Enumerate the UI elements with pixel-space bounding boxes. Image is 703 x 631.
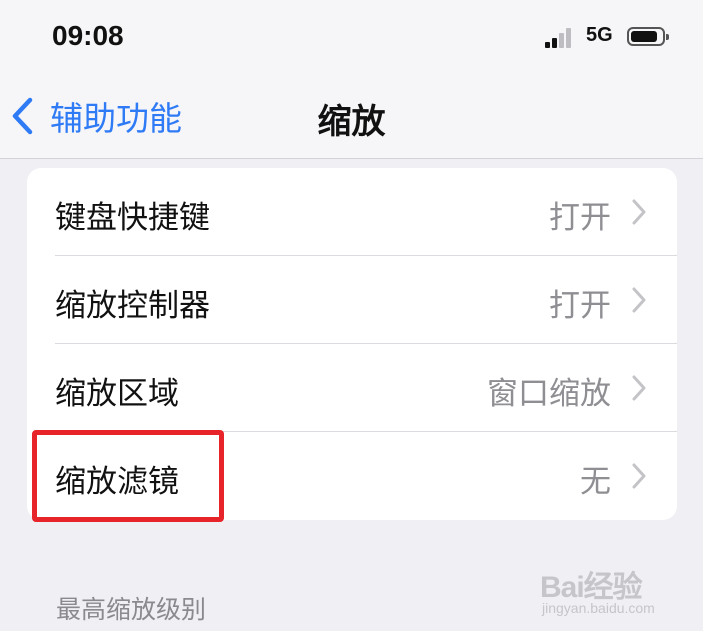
cellular-signal-icon: [545, 26, 579, 48]
row-value: 窗口缩放: [487, 376, 611, 412]
watermark-url: jingyan.baidu.com: [542, 600, 655, 616]
chevron-right-icon: [632, 199, 646, 225]
back-button-label: 辅助功能: [50, 99, 182, 138]
status-bar: 09:08 5G: [0, 0, 703, 76]
chevron-right-icon: [632, 375, 646, 401]
chevron-right-icon: [632, 463, 646, 489]
baidu-jingyan-watermark: Bai经验 jingyan.baidu.com: [540, 556, 690, 626]
chevron-right-icon: [632, 287, 646, 313]
status-time: 09:08: [52, 20, 124, 51]
section-header-max-zoom: 最高缩放级别: [56, 595, 207, 624]
network-type-label: 5G: [586, 24, 613, 46]
back-button[interactable]: 辅助功能: [10, 94, 182, 138]
battery-icon: [627, 27, 669, 46]
row-zoom-region[interactable]: 缩放区域 窗口缩放: [27, 344, 677, 432]
navigation-bar: 缩放 辅助功能: [0, 76, 703, 159]
row-value: 打开: [549, 288, 611, 324]
row-label: 缩放控制器: [55, 288, 210, 324]
row-label: 缩放区域: [55, 376, 179, 412]
row-value: 无: [580, 464, 611, 500]
row-keyboard-shortcuts[interactable]: 键盘快捷键 打开: [27, 168, 677, 256]
row-zoom-controller[interactable]: 缩放控制器 打开: [27, 256, 677, 344]
row-value: 打开: [549, 200, 611, 236]
highlight-annotation: [32, 430, 224, 522]
chevron-left-icon: [12, 97, 33, 135]
row-label: 键盘快捷键: [55, 200, 210, 236]
